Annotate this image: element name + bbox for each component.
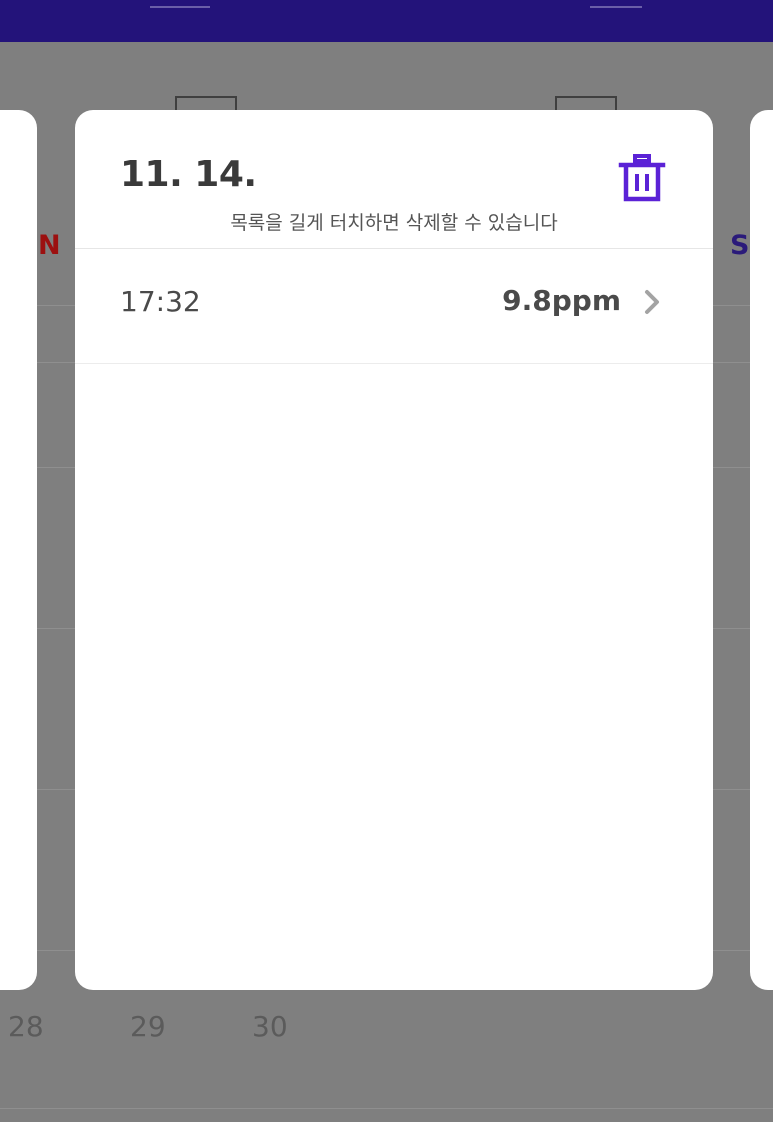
screen: N S 28 29 30 11. 14. 목록을 길게 터치하면 삭제할 수 있… [0,0,773,1122]
app-bar-action-remnant [590,0,642,8]
day-of-week-sunday: N [38,230,61,261]
next-day-card[interactable] [750,110,773,990]
day-of-week-saturday: S [730,230,750,261]
trash-icon [618,154,666,202]
record-time: 17:32 [120,285,201,318]
day-records-card: 11. 14. 목록을 길게 터치하면 삭제할 수 있습니다 17:32 9.8… [75,110,713,990]
card-header: 11. 14. 목록을 길게 터치하면 삭제할 수 있습니다 [75,110,713,249]
delete-button[interactable] [616,152,668,204]
calendar-day[interactable]: 28 [8,1010,44,1043]
record-row[interactable]: 17:32 9.8ppm [75,249,713,364]
previous-day-card[interactable] [0,110,37,990]
app-bar [0,0,773,42]
calendar-day[interactable]: 29 [130,1010,166,1043]
card-date: 11. 14. [120,154,257,195]
calendar-divider [0,1108,773,1109]
long-press-hint: 목록을 길게 터치하면 삭제할 수 있습니다 [230,212,558,234]
chevron-right-icon [645,290,659,314]
calendar-day[interactable]: 30 [252,1010,288,1043]
app-bar-title-remnant [150,0,210,8]
record-value: 9.8ppm [502,284,621,317]
